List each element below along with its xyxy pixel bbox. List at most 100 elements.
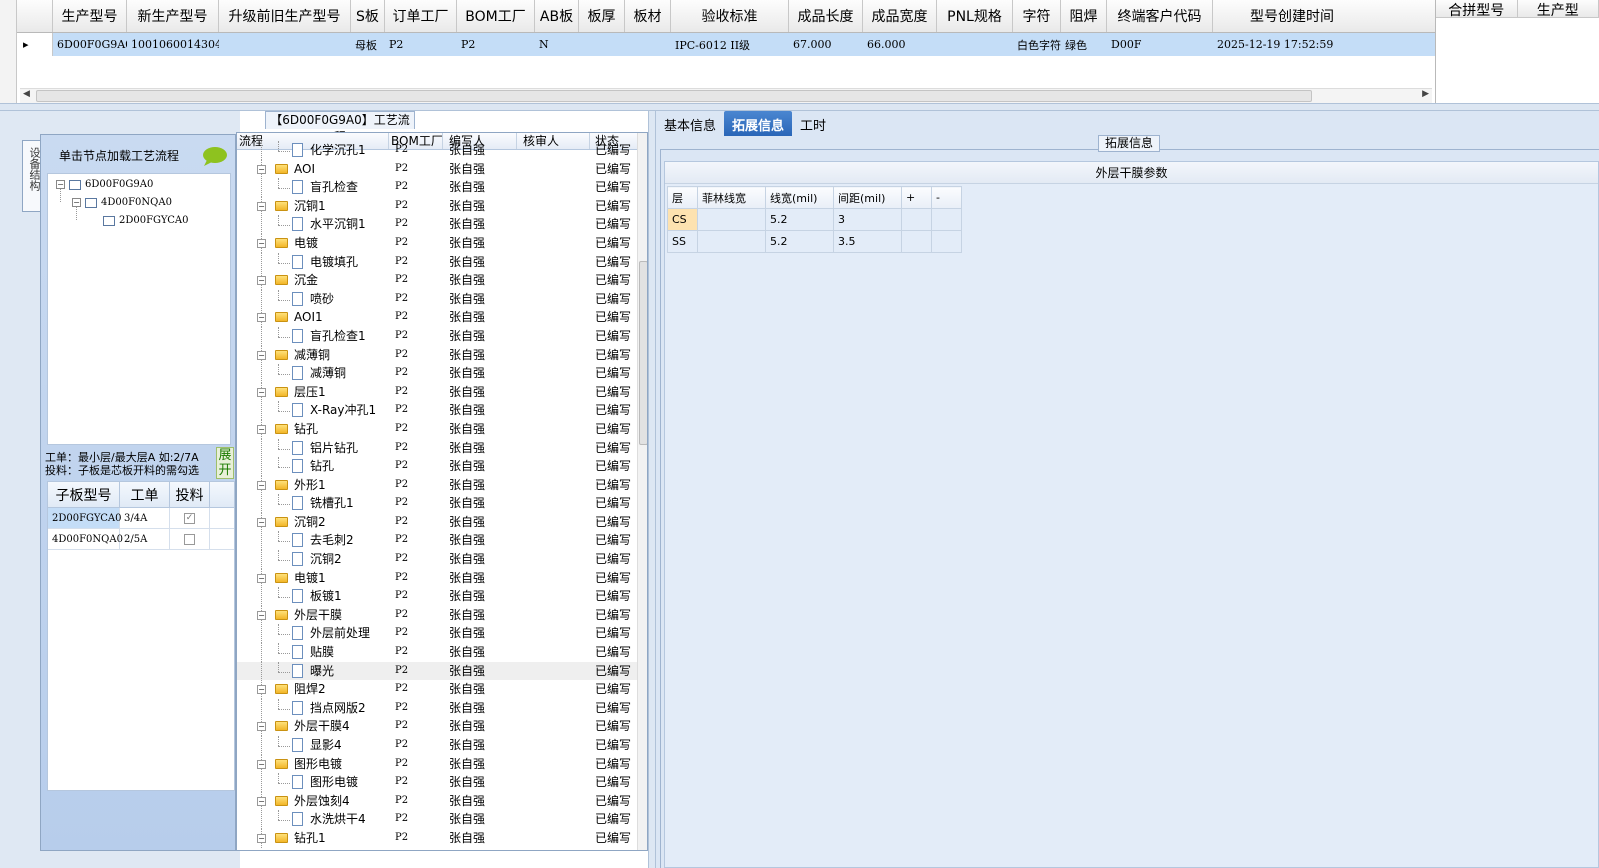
cell-bom-factory[interactable]: P2 — [389, 569, 443, 588]
cell-reviewer[interactable] — [517, 401, 590, 420]
process-row[interactable]: 铣槽孔1 P2 张自强 已编写 — [237, 494, 637, 513]
scroll-left-icon[interactable]: ◀ — [23, 89, 30, 99]
cell-reviewer[interactable] — [517, 197, 590, 216]
cell-writer[interactable]: 张自强 — [443, 662, 517, 681]
collapse-icon[interactable]: − — [72, 198, 81, 207]
cell-bom-factory[interactable]: P2 — [389, 587, 443, 606]
remove-column-button[interactable]: - — [931, 186, 962, 209]
cell-status[interactable]: 已编写 — [590, 271, 637, 290]
cell-pnl[interactable] — [937, 33, 1013, 56]
cell-length[interactable]: 67.000 — [789, 33, 863, 56]
cell-reviewer[interactable] — [517, 494, 590, 513]
cell-status[interactable]: 已编写 — [590, 736, 637, 755]
cell-status[interactable]: 已编写 — [590, 587, 637, 606]
col-solder-mask[interactable]: 阻焊 — [1061, 0, 1107, 32]
cell-reviewer[interactable] — [517, 829, 590, 848]
cell-reviewer[interactable] — [517, 624, 590, 643]
cell-writer[interactable]: 张自强 — [443, 587, 517, 606]
collapse-icon[interactable]: − — [257, 480, 266, 490]
cell-bom-factory[interactable]: P2 — [389, 364, 443, 383]
col-width[interactable]: 成品宽度 — [863, 0, 937, 32]
cell-writer[interactable]: 张自强 — [443, 234, 517, 253]
process-row[interactable]: − 层压1 P2 张自强 已编写 — [237, 382, 637, 402]
col-pnl[interactable]: PNL规格 — [937, 0, 1013, 32]
cell-bom-factory[interactable]: P2 — [389, 420, 443, 439]
col-film-width[interactable]: 菲林线宽 — [697, 186, 766, 209]
cell-solder-mask[interactable]: 绿色 — [1061, 33, 1107, 56]
cell-bom-factory[interactable]: P2 — [389, 383, 443, 402]
cell-status[interactable]: 已编写 — [590, 476, 637, 495]
cell-reviewer[interactable] — [517, 141, 590, 160]
sub-row[interactable]: 4D00F0NQA0 2/5A — [48, 529, 234, 550]
cell-status[interactable]: 已编写 — [590, 569, 637, 588]
scroll-thumb[interactable] — [639, 261, 647, 445]
expand-button[interactable]: 展开 — [216, 447, 234, 479]
scroll-thumb[interactable] — [36, 90, 1312, 102]
cell-bom-factory[interactable]: P2 — [389, 624, 443, 643]
cell-bom-factory[interactable]: P2 — [389, 680, 443, 699]
cell-writer[interactable]: 张自强 — [443, 308, 517, 327]
process-row[interactable]: 盲孔检查1 P2 张自强 已编写 — [237, 326, 637, 346]
cell-writer[interactable]: 张自强 — [443, 141, 517, 160]
cell-bom-factory[interactable]: P2 — [389, 494, 443, 513]
process-row[interactable]: − 沉铜2 P2 张自强 已编写 — [237, 512, 637, 532]
col-sub-model[interactable]: 子板型号 — [48, 482, 120, 507]
process-row[interactable]: 贴膜 P2 张自强 已编写 — [237, 643, 637, 662]
cell-reviewer[interactable] — [517, 587, 590, 606]
cell-bom-factory[interactable]: P2 — [389, 197, 443, 216]
scroll-right-icon[interactable]: ▶ — [1422, 89, 1429, 99]
cell-reviewer[interactable] — [517, 327, 590, 346]
tab-extended-info[interactable]: 拓展信息 — [724, 111, 793, 136]
cell-bom-factory[interactable]: P2 — [389, 401, 443, 420]
cell-bom-factory[interactable]: P2 — [389, 308, 443, 327]
process-row[interactable]: − 图形电镀 P2 张自强 已编写 — [237, 754, 637, 774]
cell-reviewer[interactable] — [517, 383, 590, 402]
cell-writer[interactable]: 张自强 — [443, 383, 517, 402]
feed-checkbox[interactable] — [184, 533, 195, 545]
cell-bom-factory[interactable]: P2 — [389, 160, 443, 179]
cell-reviewer[interactable] — [517, 699, 590, 718]
cell-created[interactable]: 2025-12-19 17:52:59 — [1213, 33, 1371, 56]
cell-status[interactable]: 已编写 — [590, 439, 637, 458]
cell-status[interactable]: 已编写 — [590, 662, 637, 681]
cell-reviewer[interactable] — [517, 439, 590, 458]
process-row[interactable]: 去毛刺2 P2 张自强 已编写 — [237, 531, 637, 551]
col-sub-order[interactable]: 工单 — [120, 482, 170, 507]
cell-writer[interactable]: 张自强 — [443, 439, 517, 458]
col-bom-factory[interactable]: BOM工厂 — [457, 0, 535, 32]
cell-status[interactable]: 已编写 — [590, 755, 637, 774]
collapse-icon[interactable]: − — [257, 685, 266, 695]
cell-writer[interactable]: 张自强 — [443, 290, 517, 309]
cell-reviewer[interactable] — [517, 346, 590, 365]
cell-bom-factory[interactable]: P2 — [389, 606, 443, 625]
cell-status[interactable]: 已编写 — [590, 401, 637, 420]
cell-status[interactable]: 已编写 — [590, 346, 637, 365]
cell-status[interactable]: 已编写 — [590, 606, 637, 625]
cell-prod-model[interactable]: 6D00F0G9A0 — [53, 33, 127, 56]
cell-status[interactable]: 已编写 — [590, 624, 637, 643]
cell-status[interactable]: 已编写 — [590, 383, 637, 402]
col-customer-code[interactable]: 终端客户代码 — [1107, 0, 1213, 32]
cell-writer[interactable]: 张自强 — [443, 327, 517, 346]
cell-writer[interactable]: 张自强 — [443, 215, 517, 234]
cell-writer[interactable]: 张自强 — [443, 736, 517, 755]
cell-reviewer[interactable] — [517, 773, 590, 792]
process-row[interactable]: 水平沉铜1 P2 张自强 已编写 — [237, 215, 637, 234]
cell-bom-factory[interactable]: P2 — [389, 717, 443, 736]
col-sub-feed[interactable]: 投料 — [170, 482, 210, 507]
cell-status[interactable]: 已编写 — [590, 141, 637, 160]
cell-status[interactable]: 已编写 — [590, 643, 637, 662]
cell-writer[interactable]: 张自强 — [443, 624, 517, 643]
cell-writer[interactable]: 张自强 — [443, 717, 517, 736]
process-row[interactable]: − 外层干膜4 P2 张自强 已编写 — [237, 717, 637, 736]
tab-work-hours[interactable]: 工时 — [792, 111, 834, 136]
cell-material[interactable] — [625, 33, 671, 56]
process-row[interactable]: − 钻孔 P2 张自强 已编写 — [237, 419, 637, 439]
col-new-model[interactable]: 新生产型号 — [127, 0, 219, 32]
cell-reviewer[interactable] — [517, 160, 590, 179]
process-row[interactable]: 盲孔检查 P2 张自强 已编写 — [237, 178, 637, 197]
process-row[interactable]: 显影4 P2 张自强 已编写 — [237, 736, 637, 755]
process-row[interactable]: − 沉铜1 P2 张自强 已编写 — [237, 196, 637, 216]
cell-new-model[interactable]: 10010600143045 — [127, 33, 219, 56]
cell-status[interactable]: 已编写 — [590, 253, 637, 272]
